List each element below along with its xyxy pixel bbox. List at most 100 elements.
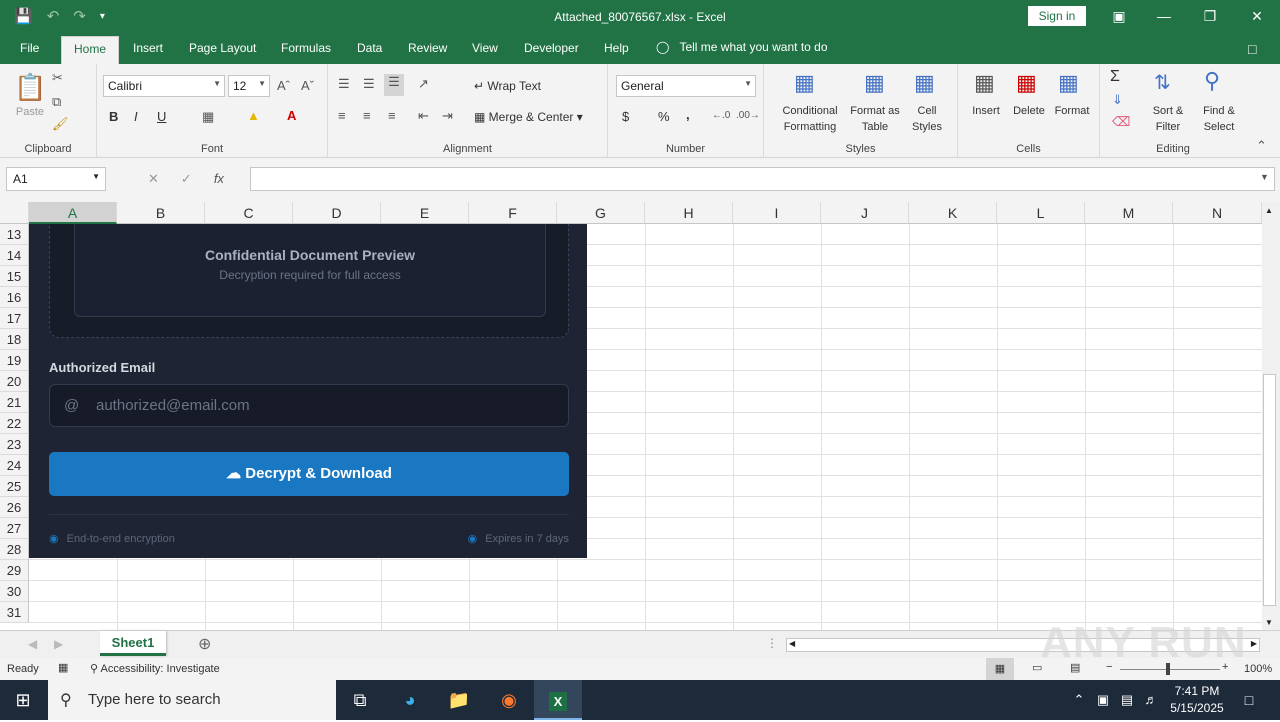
row-header[interactable]: 23 xyxy=(0,434,29,455)
macro-record-icon[interactable]: ▦ xyxy=(58,661,68,674)
sign-in-button[interactable]: Sign in xyxy=(1028,6,1086,26)
decrease-decimal-icon[interactable]: .00→ xyxy=(736,110,760,121)
row-header[interactable]: 19 xyxy=(0,350,29,371)
find-select-label2[interactable]: Select xyxy=(1194,121,1244,133)
row-header[interactable]: 26 xyxy=(0,497,29,518)
windows-start-icon[interactable]: ⊞ xyxy=(10,688,36,712)
taskbar-clock[interactable]: 7:41 PM 5/15/2025 xyxy=(1162,683,1232,717)
column-header[interactable]: B xyxy=(117,202,205,224)
decrease-font-icon[interactable]: Aˇ xyxy=(301,78,314,93)
scroll-up-icon[interactable]: ▲ xyxy=(1265,206,1273,215)
row-header[interactable]: 21 xyxy=(0,392,29,413)
conditional-formatting-label[interactable]: Conditional xyxy=(770,105,850,117)
scroll-left-icon[interactable]: ◀ xyxy=(789,639,795,648)
column-header[interactable]: L xyxy=(997,202,1085,224)
underline-button[interactable]: U xyxy=(157,109,166,124)
tab-page-layout[interactable]: Page Layout xyxy=(189,41,256,55)
cancel-icon[interactable]: ✕ xyxy=(148,171,159,187)
number-format-select[interactable]: General ▼ xyxy=(616,75,756,97)
find-select-icon[interactable]: ⚲ xyxy=(1204,68,1220,94)
italic-button[interactable]: I xyxy=(134,109,138,124)
sort-filter-icon[interactable]: ⇅ xyxy=(1154,70,1171,95)
sheet-tab[interactable]: Sheet1 xyxy=(100,631,166,656)
percent-button[interactable]: % xyxy=(658,109,670,124)
column-header[interactable]: K xyxy=(909,202,997,224)
name-box[interactable]: A1 ▼ xyxy=(6,167,106,191)
add-sheet-icon[interactable]: ⊕ xyxy=(198,634,211,654)
sort-filter-label2[interactable]: Filter xyxy=(1144,121,1192,133)
volume-icon[interactable]: ♬ xyxy=(1138,688,1164,712)
vertical-scroll-thumb[interactable] xyxy=(1263,374,1276,606)
collapse-ribbon-icon[interactable]: ⌃ xyxy=(1256,138,1267,154)
paste-label[interactable]: Paste xyxy=(10,106,50,118)
font-name-select[interactable]: Calibri ▼ xyxy=(103,75,225,97)
decrypt-download-button[interactable]: ☁ Decrypt & Download xyxy=(49,452,569,496)
zoom-slider[interactable] xyxy=(1120,669,1220,670)
insert-cells-label[interactable]: Insert xyxy=(964,105,1008,117)
row-header[interactable]: 28 xyxy=(0,539,29,560)
format-table-label[interactable]: Format as xyxy=(846,105,904,117)
embedded-document-overlay[interactable]: Confidential Document Preview Decryption… xyxy=(29,224,587,558)
row-header[interactable]: 24 xyxy=(0,455,29,476)
align-middle-icon[interactable]: ☰ xyxy=(363,76,375,92)
font-size-select[interactable]: 12 ▼ xyxy=(228,75,270,97)
cell-styles-icon[interactable]: ▦ xyxy=(914,70,935,96)
tab-formulas[interactable]: Formulas xyxy=(281,41,331,55)
increase-font-icon[interactable]: Aˆ xyxy=(277,78,290,93)
font-color-icon[interactable]: A xyxy=(287,108,296,123)
wrap-text-button[interactable]: ↵ Wrap Text xyxy=(474,79,541,93)
cell-styles-label[interactable]: Cell xyxy=(904,105,950,117)
close-icon[interactable]: ✕ xyxy=(1247,6,1267,26)
show-hidden-icons-icon[interactable]: ⌃ xyxy=(1066,688,1092,712)
enter-icon[interactable]: ✓ xyxy=(181,171,192,187)
expand-formula-icon[interactable]: ▼ xyxy=(1260,172,1269,182)
row-header[interactable]: 20 xyxy=(0,371,29,392)
column-header[interactable]: M xyxy=(1085,202,1173,224)
align-right-icon[interactable]: ≡ xyxy=(388,108,396,123)
email-input[interactable]: @ authorized@email.com xyxy=(49,384,569,427)
tab-home[interactable]: Home xyxy=(61,36,120,64)
format-table-icon[interactable]: ▦ xyxy=(864,70,885,96)
maximize-icon[interactable]: ❐ xyxy=(1200,6,1220,26)
row-header[interactable]: 27 xyxy=(0,518,29,539)
accessibility-status[interactable]: ⚲ Accessibility: Investigate xyxy=(90,662,220,675)
fill-color-icon[interactable]: ▲ xyxy=(247,108,260,123)
row-header[interactable]: 17 xyxy=(0,308,29,329)
conditional-formatting-label2[interactable]: Formatting xyxy=(770,121,850,133)
row-header[interactable]: 31 xyxy=(0,602,29,623)
align-bottom-icon[interactable]: ☰ xyxy=(384,74,404,96)
conditional-formatting-icon[interactable]: ▦ xyxy=(794,70,815,96)
insert-function-icon[interactable]: fx xyxy=(214,171,224,187)
scroll-right-icon[interactable]: ▶ xyxy=(1251,639,1257,648)
column-header[interactable]: G xyxy=(557,202,645,224)
sort-filter-label[interactable]: Sort & xyxy=(1144,105,1192,117)
task-view-icon[interactable]: ⧉ xyxy=(347,688,373,712)
column-header[interactable]: H xyxy=(645,202,733,224)
row-header[interactable]: 22 xyxy=(0,413,29,434)
tab-data[interactable]: Data xyxy=(357,41,382,55)
align-left-icon[interactable]: ≡ xyxy=(338,108,346,123)
increase-indent-icon[interactable]: ⇥ xyxy=(442,108,453,124)
meet-now-icon[interactable]: ▣ xyxy=(1090,688,1116,712)
row-header[interactable]: 29 xyxy=(0,560,29,581)
prev-sheet-icon[interactable]: ◀ xyxy=(28,637,37,651)
notifications-icon[interactable]: □ xyxy=(1236,688,1262,712)
currency-button[interactable]: $ xyxy=(622,109,629,124)
paste-icon[interactable]: 📋 xyxy=(14,72,46,104)
cut-icon[interactable]: ✂ xyxy=(52,70,63,86)
taskbar-search[interactable]: ⚲ Type here to search xyxy=(48,680,336,720)
bold-button[interactable]: B xyxy=(109,109,118,124)
insert-cells-icon[interactable]: ▦ xyxy=(974,70,995,96)
fill-icon[interactable]: ⇓ xyxy=(1112,92,1123,108)
tab-help[interactable]: Help xyxy=(604,41,629,55)
formula-input[interactable] xyxy=(250,167,1275,191)
increase-decimal-icon[interactable]: ←.0 xyxy=(712,110,730,121)
comments-icon[interactable]: □ xyxy=(1248,41,1256,57)
tell-me-search[interactable]: ◯ Tell me what you want to do xyxy=(656,40,828,54)
select-all-corner[interactable] xyxy=(0,202,29,224)
column-header[interactable]: F xyxy=(469,202,557,224)
format-table-label2[interactable]: Table xyxy=(846,121,904,133)
ribbon-display-icon[interactable]: ▣ xyxy=(1109,6,1129,26)
split-handle-icon[interactable]: ⋮ xyxy=(766,636,778,650)
merge-center-button[interactable]: ▦ Merge & Center ▾ xyxy=(474,110,583,124)
